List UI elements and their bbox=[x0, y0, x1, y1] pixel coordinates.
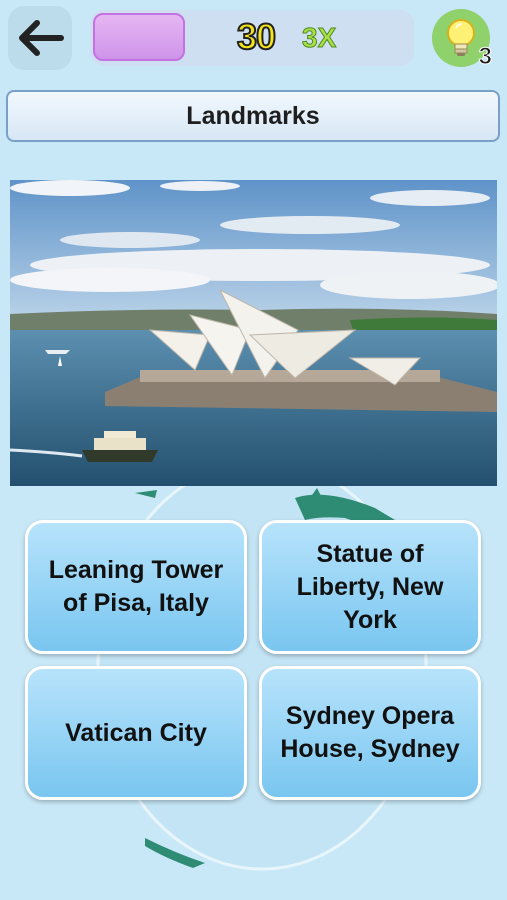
back-button[interactable] bbox=[8, 6, 72, 70]
answer-option-3[interactable]: Vatican City bbox=[25, 666, 247, 800]
hint-count: 3 bbox=[478, 43, 492, 71]
answer-option-4[interactable]: Sydney Opera House, Sydney bbox=[259, 666, 481, 800]
arrow-left-icon bbox=[19, 20, 64, 56]
progress-box bbox=[93, 13, 185, 61]
answer-option-2[interactable]: Statue of Liberty, New York bbox=[259, 520, 481, 654]
category-banner: Landmarks bbox=[6, 90, 500, 142]
hint-button[interactable]: 3 bbox=[432, 9, 493, 71]
score-value: 30 bbox=[236, 15, 277, 58]
score-panel: 30 3X bbox=[90, 10, 414, 66]
answer-option-1[interactable]: Leaning Tower of Pisa, Italy bbox=[25, 520, 247, 654]
landmark-photo bbox=[10, 180, 497, 486]
multiplier-value: 3X bbox=[301, 22, 337, 54]
